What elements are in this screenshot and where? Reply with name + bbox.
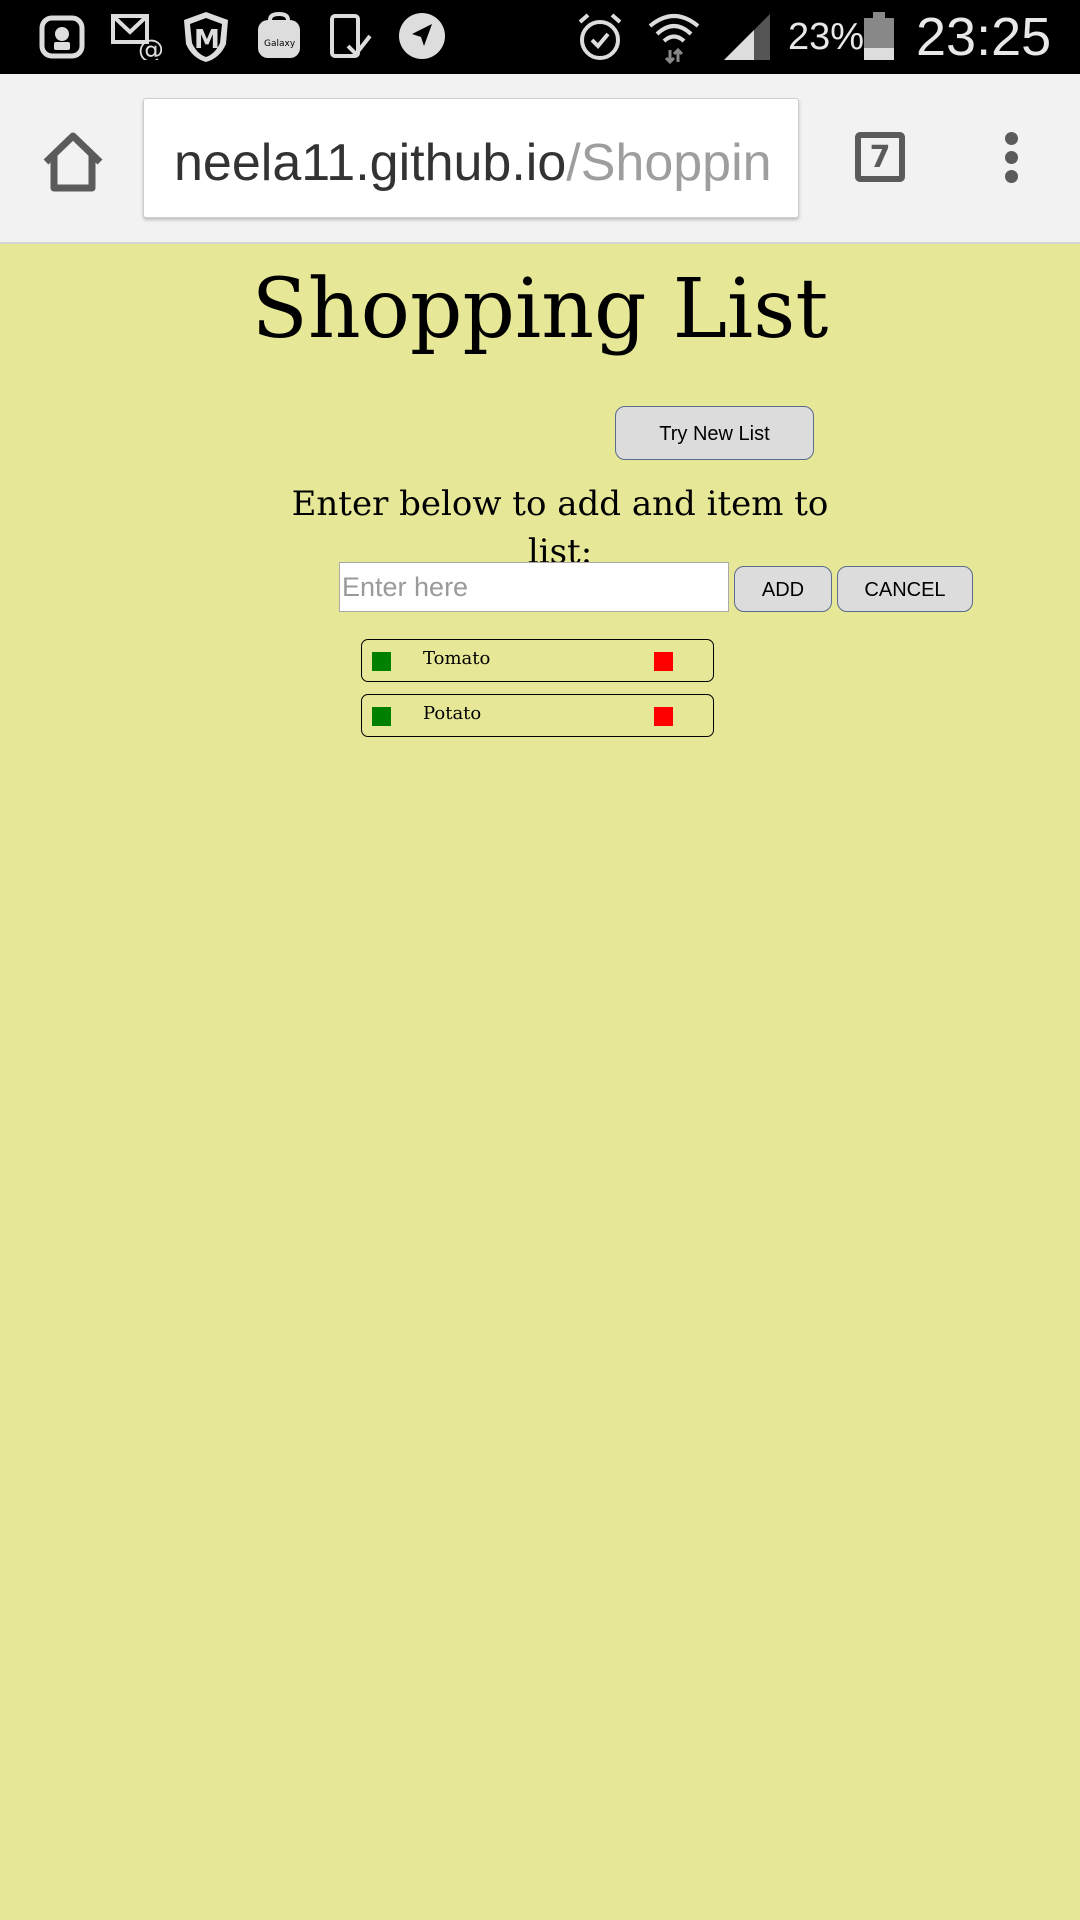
battery-icon <box>864 12 894 60</box>
shopping-list: Tomato Potato <box>361 639 714 749</box>
tab-switcher-button[interactable]: 7 <box>855 132 905 182</box>
navigation-icon <box>399 13 445 59</box>
galaxy-apps-icon: Galaxy <box>258 12 300 58</box>
cancel-button[interactable]: CANCEL <box>837 566 973 612</box>
battery-percent: 23% <box>788 16 865 58</box>
page-title: Shopping List <box>251 262 829 357</box>
mark-done-button[interactable] <box>372 652 391 671</box>
try-new-list-button[interactable]: Try New List <box>615 406 814 460</box>
item-label: Potato <box>423 703 482 724</box>
list-item: Tomato <box>361 639 714 682</box>
address-bar[interactable]: neela11.github.io/Shoppin <box>143 98 799 218</box>
download-check-icon <box>330 14 372 58</box>
home-icon[interactable] <box>38 128 108 198</box>
svg-text:M: M <box>194 25 220 55</box>
url-host: neela11.github.io <box>174 134 567 192</box>
svg-text:@: @ <box>138 35 162 60</box>
list-item: Potato <box>361 694 714 737</box>
instructions-text: Enter below to add and item to list: <box>291 484 829 562</box>
wifi-icon <box>648 14 700 64</box>
mark-done-button[interactable] <box>372 707 391 726</box>
game-controller-icon <box>39 15 85 59</box>
status-bar: @ M Galaxy 23% 23:25 <box>0 0 1080 74</box>
email-at-icon: @ <box>111 14 162 60</box>
url-path: /Shoppin <box>566 134 772 192</box>
add-button[interactable]: ADD <box>734 566 832 612</box>
overflow-menu-icon[interactable] <box>1000 132 1022 188</box>
svg-text:Galaxy: Galaxy <box>264 39 296 49</box>
item-input[interactable] <box>339 562 729 612</box>
url-text: neela11.github.io/Shoppin <box>174 133 772 193</box>
alarm-icon <box>578 13 622 60</box>
remove-item-button[interactable] <box>654 707 673 726</box>
shield-m-icon: M <box>184 12 228 62</box>
clock: 23:25 <box>916 7 1052 67</box>
signal-icon <box>724 14 770 60</box>
item-label: Tomato <box>423 648 491 669</box>
browser-toolbar: neela11.github.io/Shoppin 7 <box>0 74 1080 244</box>
remove-item-button[interactable] <box>654 652 673 671</box>
